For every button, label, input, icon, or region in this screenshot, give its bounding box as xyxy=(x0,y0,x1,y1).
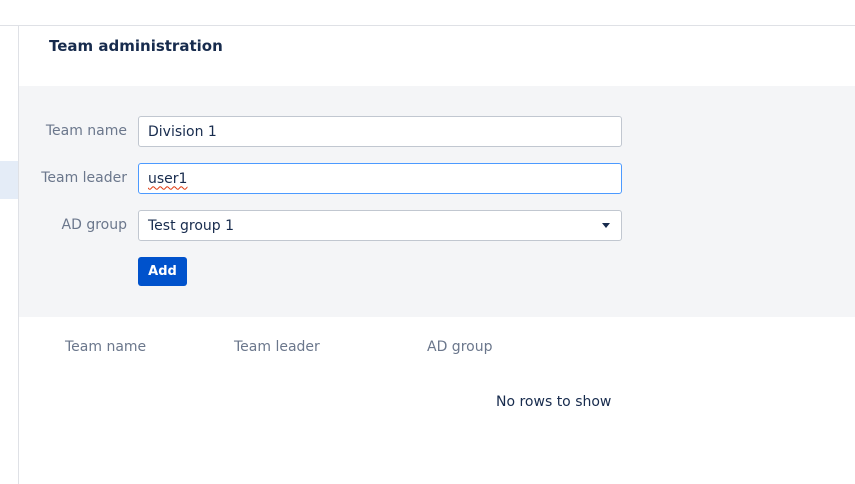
ad-group-label: AD group xyxy=(61,217,127,233)
page-title: Team administration xyxy=(49,37,223,55)
ad-group-select[interactable]: Test group 1 xyxy=(138,210,622,241)
chevron-down-icon[interactable] xyxy=(602,223,610,228)
team-leader-label: Team leader xyxy=(41,170,127,186)
team-leader-value: user1 xyxy=(148,170,188,187)
top-bar xyxy=(0,0,855,26)
ad-group-selected-value: Test group 1 xyxy=(148,217,235,234)
team-form: Team name Division 1 Team leader user1 A… xyxy=(19,86,855,317)
sidebar xyxy=(0,26,19,484)
sidebar-active-item[interactable] xyxy=(0,161,18,199)
team-leader-input[interactable]: user1 xyxy=(138,163,622,194)
column-header-team-name[interactable]: Team name xyxy=(65,339,146,355)
empty-table-message: No rows to show xyxy=(496,394,612,410)
team-name-input[interactable]: Division 1 xyxy=(138,116,622,147)
add-button[interactable]: Add xyxy=(138,257,187,286)
team-name-label: Team name xyxy=(45,123,127,139)
column-header-team-leader[interactable]: Team leader xyxy=(234,339,320,355)
main-content: Team administration Team name Division 1… xyxy=(19,26,855,484)
team-name-value: Division 1 xyxy=(148,123,217,140)
column-header-ad-group[interactable]: AD group xyxy=(427,339,492,355)
